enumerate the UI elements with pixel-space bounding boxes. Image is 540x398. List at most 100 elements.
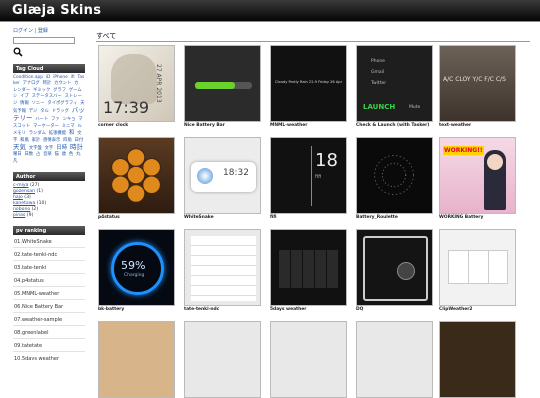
tag-link[interactable]: マーケーター [33,124,59,129]
skin-caption[interactable]: 5days weather [270,307,347,312]
skin-thumbnail[interactable]: Phone Gmail Twitter LAUNCH Mute [356,45,433,122]
tag-link[interactable]: iPhone [53,75,68,80]
tag-link[interactable]: 猫 [55,152,59,157]
tag-link[interactable]: デジ [29,109,38,114]
tag-link[interactable]: シ [13,94,17,99]
skin-item[interactable]: 5days weather [270,229,347,312]
skin-thumbnail[interactable] [270,229,347,306]
tag-link[interactable]: ギミック [33,88,50,93]
tag-link[interactable]: カ [74,81,78,86]
skin-item[interactable]: DQ [356,229,433,312]
skin-item[interactable]: Battery_Roulette [356,137,433,220]
skin-thumbnail[interactable] [98,137,175,214]
skin-caption[interactable]: corner clock [98,123,175,128]
ranking-item[interactable]: 06.Nice Battery Bar [13,300,85,314]
skin-item[interactable]: WORKING!! WORKING Battery [439,137,516,220]
tag-link[interactable]: 和風 [20,138,29,143]
tag-link[interactable]: ミニマ [62,124,75,129]
tag-link[interactable]: ランダム [29,131,46,136]
skin-caption[interactable]: tate-tenki-ndc [184,307,261,312]
skin-caption[interactable]: WhiteSnake [184,215,261,220]
skin-item[interactable]: 59% Charging bk-battery [98,229,175,312]
ranking-item[interactable]: 09.tatetate [13,339,85,353]
tag-link[interactable]: Condition.app [13,75,43,80]
skin-item[interactable]: Phone Gmail Twitter LAUNCH Mute Check & Lau… [356,45,433,128]
tag-link[interactable]: ゲーム [69,88,82,93]
skin-caption[interactable]: WORKING Battery [439,215,516,220]
tag-link[interactable]: ル [77,124,81,129]
skin-item[interactable]: A/C CLOY Y/C F/C C/S text-weather [439,45,516,128]
tag-link[interactable]: 感情表示 [43,138,60,143]
skin-caption[interactable]: bk-battery [98,307,175,312]
tag-link[interactable]: 時計 [43,81,52,86]
tag-link[interactable]: レンダー [13,88,30,93]
skin-thumbnail[interactable]: 18:32 [184,137,261,214]
skin-caption[interactable]: Check & Launch (with Tasker) [356,123,433,128]
skin-thumbnail[interactable] [356,137,433,214]
tag-link[interactable]: 和 [69,130,75,136]
skin-item[interactable]: Cloudy Partly Rain 22.9 Friday 26 Apr MNM… [270,45,347,128]
tag-link[interactable]: 占 [36,152,40,157]
skin-thumbnail[interactable]: WORKING!! [439,137,516,214]
author-link[interactable]: nobono [13,207,30,212]
skin-thumbnail[interactable] [356,229,433,306]
register-link[interactable]: 登録 [38,28,48,34]
tag-link[interactable]: カウント [54,81,71,86]
tag-link[interactable]: タイポグラフィ [47,101,77,106]
author-link[interactable]: pinas [13,213,25,218]
ranking-item[interactable]: 05.MNML-weather [13,287,85,301]
tag-link[interactable]: 音楽 [43,152,52,157]
ranking-item[interactable]: 02.tate-tenki-ndc [13,248,85,262]
skin-thumbnail[interactable] [184,45,261,122]
tag-link[interactable]: ファ [51,117,60,122]
author-link[interactable]: c-miya [13,183,28,188]
tag-link[interactable]: 家計 [32,138,41,143]
tag-link[interactable]: 時計 [70,143,83,151]
skin-caption[interactable]: p4status [98,215,175,220]
tag-link[interactable]: ハート [35,117,48,122]
login-link[interactable]: ログイン [13,28,33,34]
skin-thumbnail[interactable]: 59% Charging [98,229,175,306]
tag-link[interactable]: 拡張機能 [49,131,66,136]
skin-thumbnail[interactable]: 17:39 27 APR 2013 [98,45,175,122]
tag-link[interactable]: 文字盤 [29,146,42,151]
skin-caption[interactable]: Nice Battery Bar [184,123,261,128]
ranking-item[interactable]: 04.p4status [13,274,85,288]
tag-link[interactable]: 凡 [13,159,17,164]
author-link[interactable]: hajo [13,195,23,200]
tag-link[interactable]: イプ [20,94,29,99]
tag-link[interactable]: メモリ [13,131,26,136]
skin-caption[interactable]: text-weather [439,123,516,128]
skin-item[interactable]: Nice Battery Bar [184,45,261,128]
skin-caption[interactable]: MNML-weather [270,123,347,128]
tag-link[interactable]: 色 [69,152,73,157]
author-link[interactable]: gozensan [13,189,35,194]
skin-thumbnail[interactable]: Cloudy Partly Rain 22.9 Friday 26 Apr [270,45,347,122]
tag-link[interactable]: 日時 [56,145,67,151]
skin-thumbnail[interactable]: 18 fifi [270,137,347,214]
skin-caption[interactable]: fifi [270,215,347,220]
tag-link[interactable]: アナログ [23,81,40,86]
skin-item[interactable]: ClipWeather2 [439,229,516,312]
tag-link[interactable]: 丸 [76,152,80,157]
tag-link[interactable]: 曜日 [13,152,22,157]
tag-link[interactable]: 日付 [75,138,84,143]
tag-link[interactable]: 天気 [13,143,26,151]
skin-caption[interactable]: Battery_Roulette [356,215,433,220]
tag-link[interactable]: 歳 [62,152,66,157]
tag-link[interactable]: グラフ [53,88,66,93]
skin-item[interactable]: 18:32 WhiteSnake [184,137,261,220]
site-logo[interactable]: Glæja Skins [12,3,101,18]
tag-link[interactable]: ifi [71,75,75,80]
ranking-item[interactable]: 10.5days weather [13,352,85,360]
ranking-item[interactable]: 03.tate-tenki [13,261,85,275]
tag-link[interactable]: 文字 [45,146,54,151]
ranking-item[interactable]: 08.greenlabel [13,326,85,340]
tag-link[interactable]: タル [40,109,49,114]
skin-item[interactable]: p4status [98,137,175,220]
tag-link[interactable]: iD [46,75,51,80]
search-icon[interactable] [13,47,23,57]
search-input[interactable] [13,37,75,44]
skin-item[interactable]: tate-tenki-ndc [184,229,261,312]
tag-link[interactable]: ドラッグ [52,109,69,114]
